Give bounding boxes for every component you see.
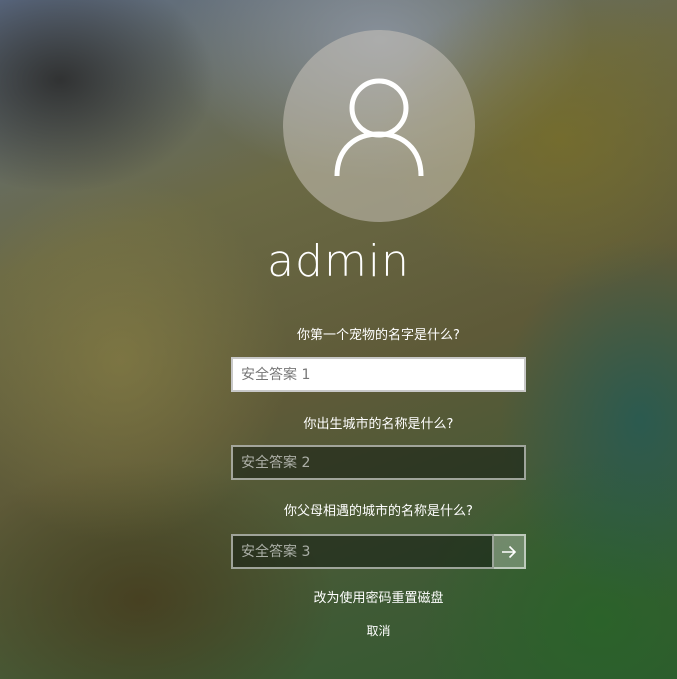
security-answer-3-input[interactable] bbox=[231, 534, 494, 569]
security-question-2: 你出生城市的名称是什么? bbox=[303, 417, 454, 432]
avatar bbox=[283, 30, 475, 222]
security-question-1: 你第一个宠物的名字是什么? bbox=[297, 328, 460, 343]
cancel-link[interactable]: 取消 bbox=[0, 622, 677, 639]
use-password-reset-disk-link[interactable]: 改为使用密码重置磁盘 bbox=[0, 587, 677, 606]
security-answer-1-input[interactable] bbox=[231, 357, 526, 392]
arrow-right-icon bbox=[502, 545, 517, 558]
lock-screen: admin 你第一个宠物的名字是什么? 你出生城市的名称是什么? 你父母相遇的城… bbox=[0, 0, 677, 679]
security-question-3: 你父母相遇的城市的名称是什么? bbox=[284, 504, 473, 519]
username: admin bbox=[267, 236, 410, 287]
user-icon bbox=[334, 78, 424, 176]
security-answer-2-input[interactable] bbox=[231, 445, 526, 480]
submit-button[interactable] bbox=[494, 534, 526, 569]
